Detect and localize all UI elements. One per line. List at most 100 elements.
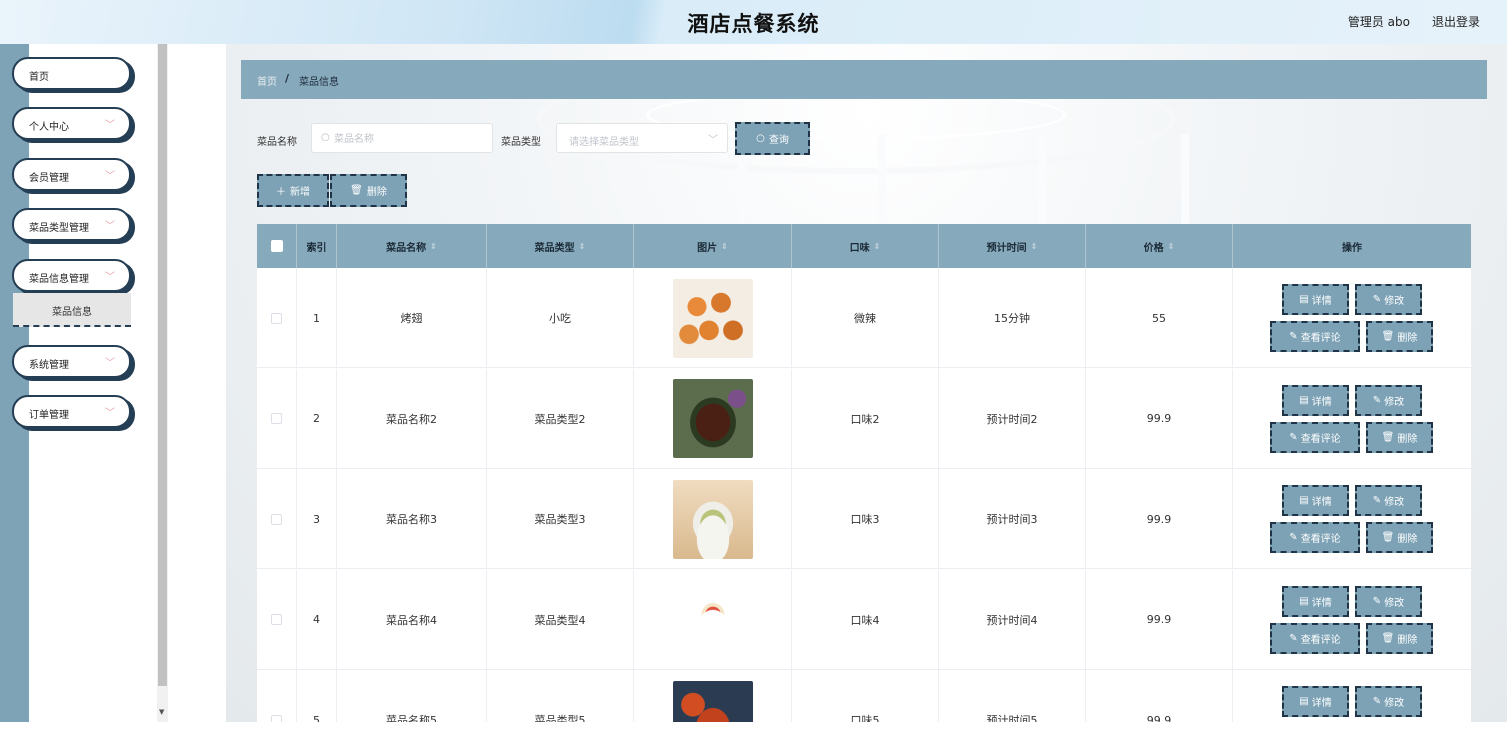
view-comments-button-label: 查看评论 xyxy=(1301,530,1341,545)
document-icon: ▤ xyxy=(1299,294,1308,305)
dish-type-cell: 菜品类型3 xyxy=(487,469,634,569)
breadcrumb-current: 菜品信息 xyxy=(299,73,339,88)
sort-caret-icon[interactable]: ⇕ xyxy=(579,242,586,251)
scroll-down-arrow-icon[interactable]: ▼ xyxy=(159,708,164,716)
select-all-checkbox[interactable] xyxy=(271,240,283,252)
scrollbar-thumb[interactable] xyxy=(158,44,167,686)
price-cell: 99.9 xyxy=(1086,469,1233,569)
edit-button[interactable]: ✎修改 xyxy=(1355,586,1422,617)
actions-cell: ▤详情✎修改✎查看评论🗑删除 xyxy=(1233,570,1471,670)
column-header-taste[interactable]: 口味 ⇕ xyxy=(792,224,939,268)
column-header-price[interactable]: 价格 ⇕ xyxy=(1086,224,1233,268)
sidebar-item-dish-info[interactable]: 菜品信息管理 ﹀ xyxy=(12,259,131,292)
view-comments-button[interactable]: ✎查看评论 xyxy=(1270,522,1360,553)
taste-value: 口味4 xyxy=(851,612,880,628)
dish-name-cell: 菜品名称5 xyxy=(337,670,487,722)
detail-button[interactable]: ▤详情 xyxy=(1282,686,1349,717)
column-header-label: 图片 xyxy=(697,239,717,254)
delete-button[interactable]: 🗑删除 xyxy=(1366,422,1433,453)
edit-button[interactable]: ✎修改 xyxy=(1355,485,1422,516)
view-comments-button[interactable]: ✎查看评论 xyxy=(1270,321,1360,352)
delete-button[interactable]: 🗑删除 xyxy=(1366,522,1433,553)
edit-button[interactable]: ✎修改 xyxy=(1355,284,1422,315)
column-header-image[interactable]: 图片 ⇕ xyxy=(634,224,792,268)
dish-type-label: 菜品类型 xyxy=(501,133,541,148)
index-value: 2 xyxy=(313,412,320,425)
pencil-icon: ✎ xyxy=(1289,432,1297,443)
sort-caret-icon[interactable]: ⇕ xyxy=(1031,242,1038,251)
view-comments-button-label: 查看评论 xyxy=(1301,329,1341,344)
dish-photo[interactable] xyxy=(673,480,753,559)
row-checkbox[interactable] xyxy=(271,614,282,625)
detail-button[interactable]: ▤详情 xyxy=(1282,586,1349,617)
dish-photo[interactable] xyxy=(673,379,753,458)
dish-table: 索引 菜品名称 ⇕ 菜品类型 ⇕ 图片 ⇕ 口味 ⇕ 预计时间 ⇕ xyxy=(257,224,1471,722)
delete-button[interactable]: 🗑删除 xyxy=(1366,321,1433,352)
edit-button-label: 修改 xyxy=(1384,493,1404,508)
row-checkbox[interactable] xyxy=(271,313,282,324)
breadcrumb-home-link[interactable]: 首页 xyxy=(257,73,277,88)
dish-name-search-field[interactable]: ○ xyxy=(311,123,493,153)
delete-button[interactable]: 🗑删除 xyxy=(1366,623,1433,654)
dish-type-value: 小吃 xyxy=(549,310,571,326)
search-icon: ○ xyxy=(756,133,765,144)
detail-button[interactable]: ▤详情 xyxy=(1282,284,1349,315)
column-header-type[interactable]: 菜品类型 ⇕ xyxy=(487,224,634,268)
taste-cell: 口味5 xyxy=(792,670,939,722)
column-header-label: 索引 xyxy=(307,239,327,254)
detail-button[interactable]: ▤详情 xyxy=(1282,385,1349,416)
column-header-time[interactable]: 预计时间 ⇕ xyxy=(939,224,1086,268)
column-header-label: 口味 xyxy=(850,239,870,254)
current-user-label: 管理员 abo xyxy=(1348,13,1410,30)
row-checkbox[interactable] xyxy=(271,715,282,723)
pencil-icon: ✎ xyxy=(1373,395,1381,406)
dish-photo[interactable] xyxy=(673,279,753,358)
detail-button[interactable]: ▤详情 xyxy=(1282,485,1349,516)
dish-name-value: 菜品名称4 xyxy=(386,612,437,628)
sidebar-item-orders[interactable]: 订单管理 ﹀ xyxy=(12,395,131,428)
edit-button[interactable]: ✎修改 xyxy=(1355,385,1422,416)
breadcrumb: 首页 / 菜品信息 xyxy=(241,60,1487,99)
sidebar-item-dish-types[interactable]: 菜品类型管理 ﹀ xyxy=(12,208,131,241)
view-comments-button[interactable]: ✎查看评论 xyxy=(1270,623,1360,654)
chevron-down-icon: ﹀ xyxy=(105,354,115,369)
sort-caret-icon[interactable]: ⇕ xyxy=(1168,242,1175,251)
dish-type-select[interactable]: 请选择菜品类型 ﹀ xyxy=(556,123,728,153)
sidebar-subitem-dish-info[interactable]: 菜品信息 xyxy=(13,293,131,327)
sidebar-item-members[interactable]: 会员管理 ﹀ xyxy=(12,158,131,191)
chevron-down-icon: ﹀ xyxy=(105,217,115,232)
sidebar-scrollbar[interactable]: ▼ xyxy=(157,44,168,722)
sidebar-item-profile[interactable]: 个人中心 ﹀ xyxy=(12,107,131,140)
sidebar-item-system[interactable]: 系统管理 ﹀ xyxy=(12,345,131,378)
batch-delete-button[interactable]: 🗑 删除 xyxy=(330,174,407,207)
dish-name-input[interactable] xyxy=(334,130,484,148)
sidebar-item-home[interactable]: 首页 xyxy=(12,57,131,90)
image-cell xyxy=(634,268,792,368)
view-comments-button[interactable]: ✎查看评论 xyxy=(1270,422,1360,453)
trash-icon: 🗑 xyxy=(1382,331,1395,342)
search-icon: ○ xyxy=(321,132,330,143)
dish-type-value: 菜品类型2 xyxy=(535,411,586,427)
sort-caret-icon[interactable]: ⇕ xyxy=(721,242,728,251)
add-button[interactable]: ＋ 新增 xyxy=(257,174,329,207)
pencil-icon: ✎ xyxy=(1373,596,1381,607)
dish-photo[interactable] xyxy=(673,681,753,723)
column-header-name[interactable]: 菜品名称 ⇕ xyxy=(337,224,487,268)
time-value: 预计时间3 xyxy=(987,511,1038,527)
taste-value: 微辣 xyxy=(854,310,876,326)
trash-icon: 🗑 xyxy=(350,185,363,196)
sidebar-stripe xyxy=(0,44,29,722)
row-checkbox[interactable] xyxy=(271,514,282,525)
sort-caret-icon[interactable]: ⇕ xyxy=(430,242,437,251)
query-button[interactable]: ○ 查询 xyxy=(735,122,810,155)
edit-button[interactable]: ✎修改 xyxy=(1355,686,1422,717)
row-checkbox[interactable] xyxy=(271,413,282,424)
dish-photo[interactable] xyxy=(673,580,753,659)
chevron-down-icon: ﹀ xyxy=(105,268,115,283)
index-cell: 3 xyxy=(297,469,337,569)
detail-button-label: 详情 xyxy=(1312,493,1332,508)
delete-button-label: 删除 xyxy=(1397,530,1417,545)
sort-caret-icon[interactable]: ⇕ xyxy=(874,242,881,251)
view-comments-button-label: 查看评论 xyxy=(1301,631,1341,646)
logout-link[interactable]: 退出登录 xyxy=(1432,13,1480,30)
